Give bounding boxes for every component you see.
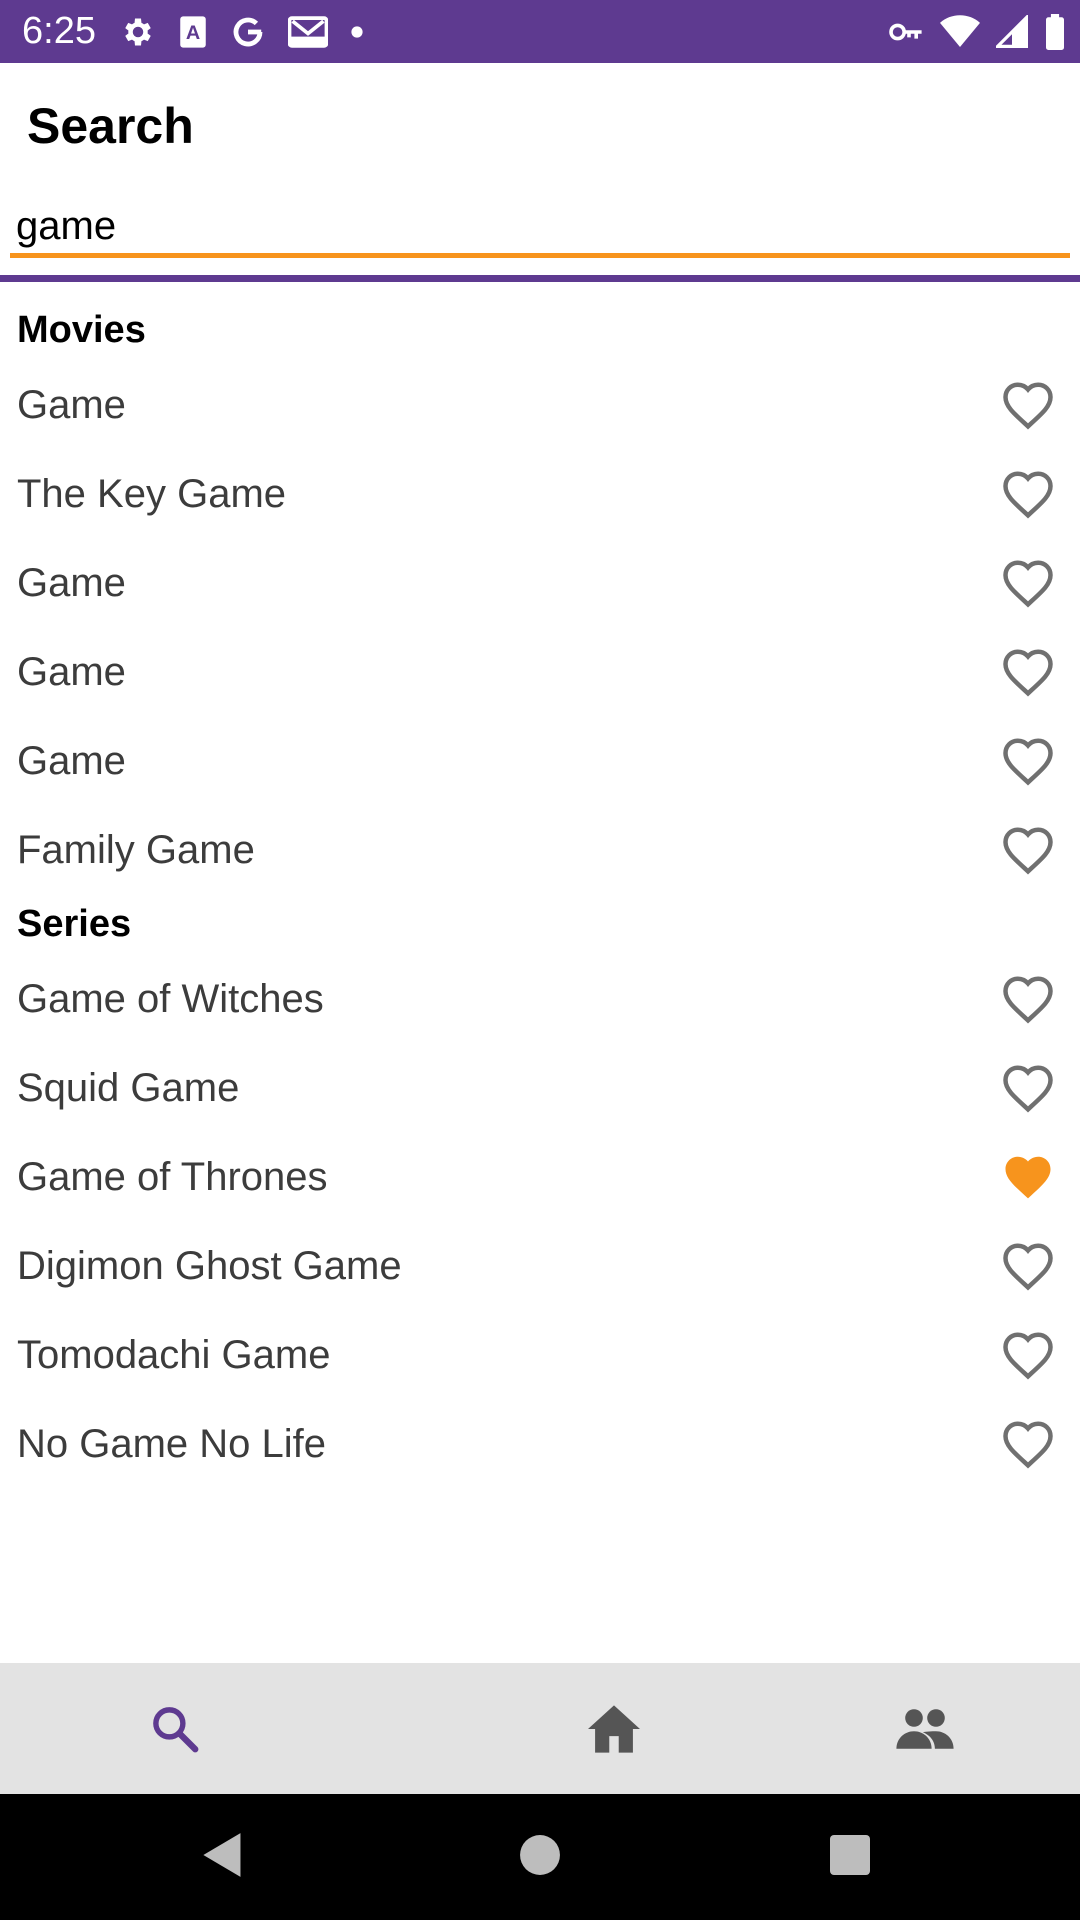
favorite-heart-outline-icon[interactable] xyxy=(998,553,1058,613)
section-header-movies: Movies xyxy=(17,309,146,351)
series-list: Game of Witches Squid Game Game of Thrones… xyxy=(0,954,1080,1488)
result-row[interactable]: Digimon Ghost Game xyxy=(0,1221,1080,1310)
favorite-heart-outline-icon[interactable] xyxy=(998,375,1058,435)
result-row[interactable]: Game xyxy=(0,627,1080,716)
result-title: Game of Witches xyxy=(17,976,324,1021)
system-recents-button[interactable] xyxy=(817,1824,883,1890)
settings-icon xyxy=(120,14,156,50)
system-home-button[interactable] xyxy=(507,1824,573,1890)
result-row[interactable]: Tomodachi Game xyxy=(0,1310,1080,1399)
search-icon xyxy=(148,1702,202,1756)
favorite-heart-outline-icon[interactable] xyxy=(998,642,1058,702)
battery-icon xyxy=(1044,14,1066,50)
result-row[interactable]: Game of Witches xyxy=(0,954,1080,1043)
status-time: 6:25 xyxy=(22,10,96,52)
result-title: The Key Game xyxy=(17,471,287,516)
home-circle-icon xyxy=(519,1834,561,1881)
recents-icon xyxy=(830,1834,870,1880)
keyboard-a-icon: A xyxy=(178,15,208,49)
result-title: Game xyxy=(17,738,126,783)
status-icons-right xyxy=(888,10,1066,54)
result-row[interactable]: No Game No Life xyxy=(0,1399,1080,1488)
screen: 6:25 A Search game Movies Game The Key G… xyxy=(0,0,1080,1920)
home-icon xyxy=(585,1703,643,1755)
status-icons-left: A xyxy=(120,12,364,52)
result-title: Game of Thrones xyxy=(17,1154,328,1199)
favorite-heart-outline-icon[interactable] xyxy=(998,969,1058,1029)
favorite-heart-outline-icon[interactable] xyxy=(998,1325,1058,1385)
result-row[interactable]: Game of Thrones xyxy=(0,1132,1080,1221)
back-icon xyxy=(200,1831,246,1884)
favorite-heart-outline-icon[interactable] xyxy=(998,1414,1058,1474)
favorite-heart-outline-icon[interactable] xyxy=(998,820,1058,880)
favorite-heart-outline-icon[interactable] xyxy=(998,464,1058,524)
result-row[interactable]: Family Game xyxy=(0,805,1080,894)
search-input[interactable] xyxy=(10,200,1070,258)
nav-tab-home[interactable] xyxy=(459,1663,770,1794)
system-back-button[interactable] xyxy=(190,1824,256,1890)
result-row[interactable]: Squid Game xyxy=(0,1043,1080,1132)
result-title: Squid Game xyxy=(17,1065,240,1110)
result-row[interactable]: The Key Game xyxy=(0,449,1080,538)
nav-tab-search[interactable] xyxy=(0,1663,459,1794)
favorite-heart-outline-icon[interactable] xyxy=(998,1236,1058,1296)
result-title: Family Game xyxy=(17,827,255,872)
result-title: Game xyxy=(17,560,126,605)
gmail-icon xyxy=(288,15,328,49)
result-row[interactable]: Game xyxy=(0,360,1080,449)
result-title: Game xyxy=(17,649,126,694)
result-title: Tomodachi Game xyxy=(17,1332,331,1377)
cellular-signal-icon xyxy=(996,15,1028,49)
result-row[interactable]: Game xyxy=(0,716,1080,805)
result-title: No Game No Life xyxy=(17,1421,327,1466)
nav-tab-people[interactable] xyxy=(769,1663,1080,1794)
svg-text:A: A xyxy=(186,22,200,44)
favorite-heart-outline-icon[interactable] xyxy=(998,1058,1058,1118)
bottom-navigation xyxy=(0,1663,1080,1794)
result-title: Game xyxy=(17,382,126,427)
favorite-heart-filled-icon[interactable] xyxy=(998,1147,1058,1207)
vpn-key-icon xyxy=(888,20,924,44)
section-header-series: Series xyxy=(17,903,132,945)
favorite-heart-outline-icon[interactable] xyxy=(998,731,1058,791)
wifi-icon xyxy=(940,15,980,49)
people-icon xyxy=(894,1707,956,1751)
header-divider xyxy=(0,275,1080,282)
system-nav-bar xyxy=(0,1794,1080,1920)
notification-dot-icon xyxy=(350,25,364,39)
result-title: Digimon Ghost Game xyxy=(17,1243,402,1288)
result-row[interactable]: Game xyxy=(0,538,1080,627)
search-results: Movies Game The Key Game Game Game Game Famil… xyxy=(0,300,1080,1488)
status-bar: 6:25 A xyxy=(0,0,1080,63)
page-title: Search xyxy=(27,98,194,154)
movies-list: Game The Key Game Game Game Game Family Game xyxy=(0,360,1080,894)
google-icon xyxy=(230,14,266,50)
